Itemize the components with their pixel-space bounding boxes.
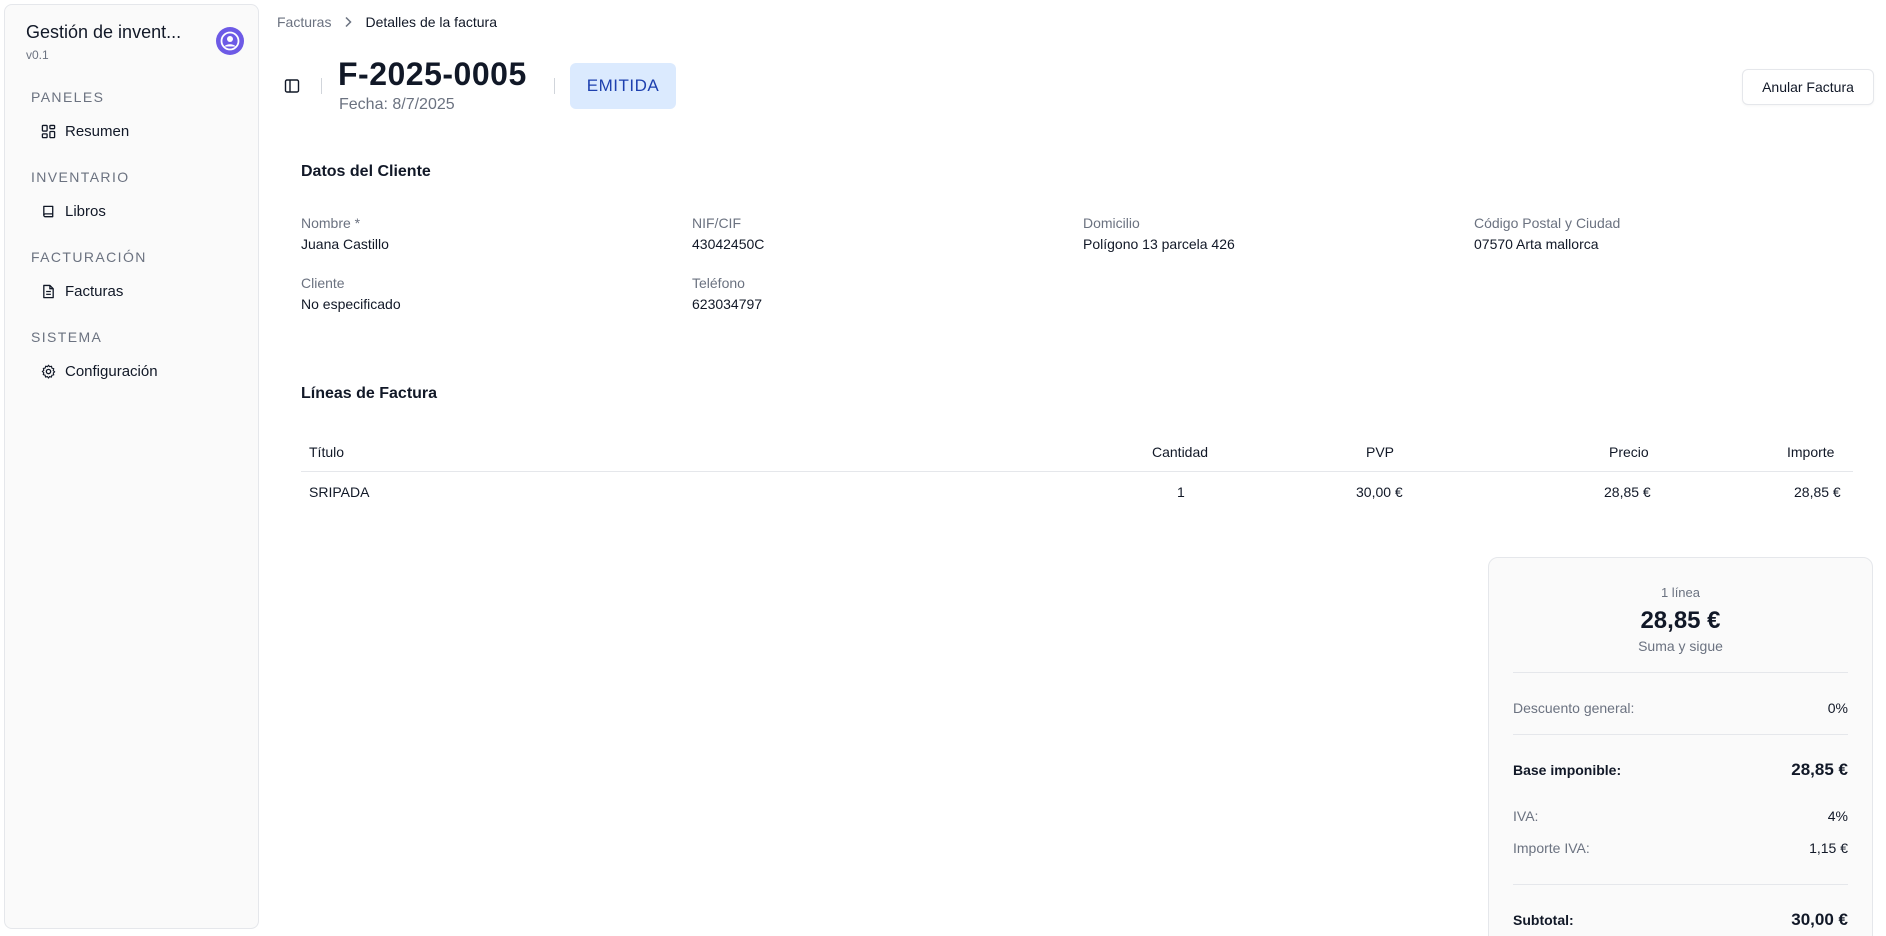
file-text-icon [43, 284, 54, 298]
table-row[interactable]: SRIPADA 1 30,00 € 28,85 € 28,85 € [301, 472, 1853, 512]
name-value: Juana Castillo [301, 236, 389, 252]
discount-row: Descuento general: 0% [1513, 700, 1848, 716]
sidebar-group-paneles: PANELES [31, 89, 105, 105]
cell-title: SRIPADA [309, 484, 370, 500]
divider [1513, 672, 1848, 673]
sidebar-item-configuracion[interactable]: Configuración [35, 356, 245, 386]
sidebar-item-label: Facturas [65, 282, 124, 300]
summary-total: 28,85 € [1640, 607, 1721, 634]
void-invoice-button[interactable]: Anular Factura [1742, 69, 1874, 105]
cell-pvp: 30,00 € [1356, 484, 1403, 500]
iva-amount-value: 1,15 € [1809, 840, 1848, 856]
chevron-right-icon [345, 16, 353, 28]
sidebar-item-label: Libros [65, 202, 106, 220]
sidebar-group-inventario: INVENTARIO [31, 169, 130, 185]
subtotal-row: Subtotal: 30,00 € [1513, 910, 1848, 930]
summary-note: Suma y sigue [1638, 638, 1723, 654]
line-count: 1 línea [1660, 585, 1701, 600]
cell-qty: 1 [1177, 484, 1185, 500]
col-header-pvp: PVP [1366, 444, 1395, 460]
address-value: Polígono 13 parcela 426 [1083, 236, 1235, 252]
col-header-price: Precio [1609, 444, 1649, 460]
user-icon [220, 31, 240, 51]
name-label: Nombre * [301, 215, 361, 231]
iva-value: 4% [1827, 808, 1848, 824]
sidebar-item-resumen[interactable]: Resumen [35, 116, 245, 146]
col-header-amount: Importe [1787, 444, 1835, 460]
breadcrumb: Facturas Detalles de la factura [277, 14, 497, 30]
invoice-number: F-2025-0005 [338, 56, 527, 92]
breadcrumb-current: Detalles de la factura [365, 14, 497, 30]
lines-section-title: Líneas de Factura [301, 385, 438, 402]
iva-amount-label: Importe IVA: [1513, 840, 1590, 856]
sidebar-item-label: Resumen [65, 122, 130, 140]
subtotal-label: Subtotal: [1513, 912, 1574, 928]
header-divider [554, 78, 555, 94]
postal-city-label: Código Postal y Ciudad [1474, 215, 1621, 231]
user-avatar[interactable] [216, 27, 244, 55]
base-label: Base imponible: [1513, 762, 1622, 778]
discount-value: 0% [1827, 700, 1848, 716]
iva-label: IVA: [1513, 808, 1539, 824]
app-title: Gestión de invent... [26, 22, 182, 42]
phone-value: 623034797 [692, 296, 763, 312]
sidebar-item-label: Configuración [65, 362, 158, 380]
col-header-title: Título [309, 444, 345, 460]
status-badge: EMITIDA [570, 63, 676, 109]
base-row: Base imponible: 28,85 € [1513, 760, 1848, 780]
app-version: v0.1 [26, 48, 49, 62]
table-header: Título Cantidad PVP Precio Importe [301, 432, 1853, 472]
nif-value: 43042450C [692, 236, 765, 252]
sidebar-header: Gestión de invent... v0.1 [22, 19, 244, 63]
iva-amount-row: Importe IVA: 1,15 € [1513, 840, 1848, 856]
gear-icon [41, 364, 56, 379]
divider [1513, 734, 1848, 735]
sidebar-item-facturas[interactable]: Facturas [35, 276, 245, 306]
breadcrumb-link-facturas[interactable]: Facturas [277, 14, 331, 30]
header-divider [321, 78, 322, 94]
invoice-lines-table: Título Cantidad PVP Precio Importe SRIPA… [301, 432, 1853, 512]
col-header-qty: Cantidad [1152, 444, 1209, 460]
invoice-date: Fecha: 8/7/2025 [339, 96, 455, 113]
book-icon [43, 205, 54, 217]
phone-label: Teléfono [692, 275, 745, 291]
sidebar: Gestión de invent... v0.1 PANELES Resume… [4, 4, 259, 929]
discount-label: Descuento general: [1513, 700, 1635, 716]
base-value: 28,85 € [1791, 760, 1848, 779]
client-label: Cliente [301, 275, 345, 291]
cell-amount: 28,85 € [1794, 484, 1841, 500]
divider [1513, 884, 1848, 885]
sidebar-group-facturacion: FACTURACIÓN [31, 249, 147, 265]
postal-city-value: 07570 Arta mallorca [1474, 236, 1599, 252]
nif-label: NIF/CIF [692, 215, 741, 231]
sidebar-item-libros[interactable]: Libros [35, 196, 245, 226]
sidebar-toggle-icon[interactable] [284, 78, 300, 94]
sidebar-group-sistema: SISTEMA [31, 329, 103, 345]
iva-row: IVA: 4% [1513, 808, 1848, 824]
dashboard-icon [41, 124, 56, 138]
address-label: Domicilio [1083, 215, 1140, 231]
client-value: No especificado [301, 296, 401, 312]
cell-price: 28,85 € [1604, 484, 1651, 500]
client-section-title: Datos del Cliente [301, 163, 431, 180]
subtotal-value: 30,00 € [1791, 910, 1848, 929]
invoice-summary-card: 1 línea 28,85 € Suma y sigue Descuento g… [1488, 557, 1873, 936]
